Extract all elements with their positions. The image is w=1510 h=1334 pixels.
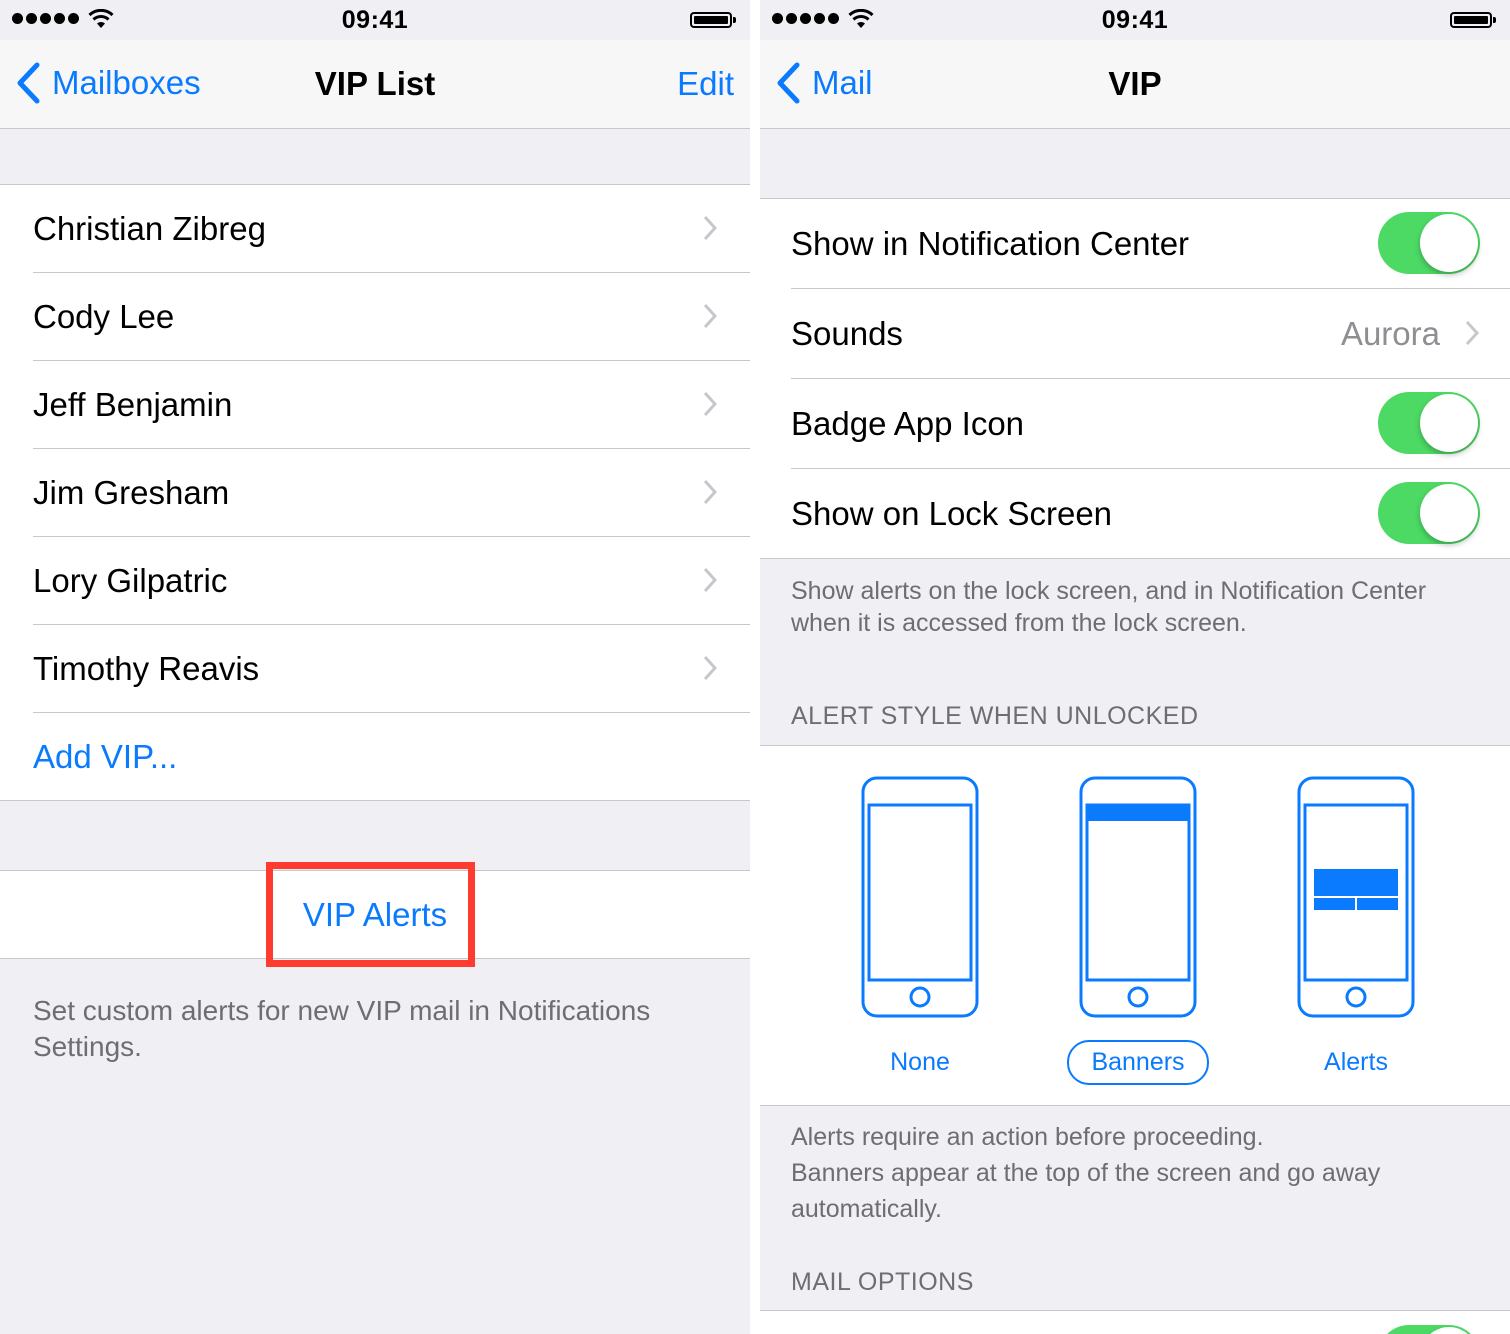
setting-row-notification-center: Show in Notification Center <box>791 199 1510 289</box>
mail-options-header: MAIL OPTIONS <box>791 1268 974 1296</box>
setting-row-badge: Badge App Icon <box>791 379 1510 469</box>
vip-name: Timothy Reavis <box>33 649 260 687</box>
chevron-right-icon <box>1465 320 1480 346</box>
chevron-right-icon <box>703 655 718 681</box>
alert-style-footer: Alerts require an action before proceedi… <box>791 1119 1481 1227</box>
vip-name: Lory Gilpatric <box>33 561 228 599</box>
vip-notifications-screen: 09:41 Mail VIP Show in Notification Cent… <box>760 0 1510 1334</box>
alert-style-alerts[interactable]: Alerts <box>1281 776 1431 1085</box>
vip-name: Jim Gresham <box>33 473 230 511</box>
alert-style-header: ALERT STYLE WHEN UNLOCKED <box>791 702 1199 730</box>
back-button-label: Mailboxes <box>52 64 201 101</box>
mail-options-group <box>760 1310 1510 1334</box>
mail-option-toggle[interactable] <box>1378 1325 1480 1334</box>
alert-style-label: None <box>890 1048 950 1076</box>
alert-footer-line1: Alerts require an action before proceedi… <box>791 1123 1264 1151</box>
vip-name: Christian Zibreg <box>33 209 266 247</box>
notification-settings-group: Show in Notification Center Sounds Auror… <box>760 198 1510 559</box>
chevron-left-icon <box>17 62 40 104</box>
lock-screen-footer: Show alerts on the lock screen, and in N… <box>791 577 1427 637</box>
chevron-right-icon <box>703 479 718 505</box>
phone-alert-icon <box>1297 776 1415 1018</box>
add-vip-button[interactable]: Add VIP... <box>33 713 750 800</box>
alert-style-banners[interactable]: Banners <box>1063 776 1213 1085</box>
highlight-annotation <box>266 862 475 967</box>
battery-icon <box>1450 12 1496 28</box>
notification-center-toggle[interactable] <box>1378 212 1480 274</box>
sounds-value: Aurora <box>1340 314 1440 352</box>
chevron-right-icon <box>703 215 718 241</box>
navigation-bar: Mail VIP <box>760 40 1510 129</box>
vip-row[interactable]: Lory Gilpatric <box>33 537 750 625</box>
setting-label: Sounds <box>791 314 903 352</box>
setting-label: Show in Notification Center <box>791 224 1190 262</box>
phone-banner-icon <box>1079 776 1197 1018</box>
chevron-right-icon <box>703 567 718 593</box>
alert-style-label: Banners <box>1067 1040 1209 1085</box>
vip-alerts-footer: Set custom alerts for new VIP mail in No… <box>33 995 651 1062</box>
phone-none-icon <box>861 776 979 1018</box>
alert-style-label: Alerts <box>1324 1048 1388 1076</box>
vip-row[interactable]: Timothy Reavis <box>33 625 750 713</box>
vip-row[interactable]: Cody Lee <box>33 273 750 361</box>
setting-label: Badge App Icon <box>791 404 1025 442</box>
alert-style-none[interactable]: None <box>845 776 995 1085</box>
vip-row[interactable]: Jim Gresham <box>33 449 750 537</box>
edit-button[interactable]: Edit <box>677 65 734 103</box>
vip-list: Christian Zibreg Cody Lee Jeff Benjamin … <box>0 184 750 801</box>
back-button-mailboxes[interactable]: Mailboxes <box>16 62 201 104</box>
alert-footer-line2: Banners appear at the top of the screen … <box>791 1159 1381 1223</box>
back-button-label: Mail <box>812 64 873 101</box>
vip-list-screen: 09:41 Mailboxes VIP List Edit Christian … <box>0 0 750 1334</box>
status-time: 09:41 <box>1101 6 1169 34</box>
navigation-bar: Mailboxes VIP List Edit <box>0 40 750 129</box>
chevron-right-icon <box>703 391 718 417</box>
back-button-mail[interactable]: Mail <box>776 62 873 104</box>
setting-row-sounds[interactable]: Sounds Aurora <box>791 289 1510 379</box>
vip-row[interactable]: Jeff Benjamin <box>33 361 750 449</box>
badge-app-icon-toggle[interactable] <box>1378 392 1480 454</box>
chevron-right-icon <box>703 303 718 329</box>
vip-name: Jeff Benjamin <box>33 385 233 423</box>
setting-row-lock-screen: Show on Lock Screen <box>791 469 1510 558</box>
vip-name: Cody Lee <box>33 297 175 335</box>
chevron-left-icon <box>777 62 800 104</box>
alert-style-picker: None Banners Alerts <box>760 745 1510 1106</box>
lock-screen-toggle[interactable] <box>1378 482 1480 544</box>
status-bar: 09:41 <box>0 0 750 40</box>
vip-row[interactable]: Christian Zibreg <box>33 185 750 273</box>
status-bar: 09:41 <box>760 0 1510 40</box>
add-vip-label: Add VIP... <box>33 737 178 775</box>
battery-icon <box>690 12 736 28</box>
setting-label: Show on Lock Screen <box>791 494 1113 532</box>
status-time: 09:41 <box>341 6 409 34</box>
